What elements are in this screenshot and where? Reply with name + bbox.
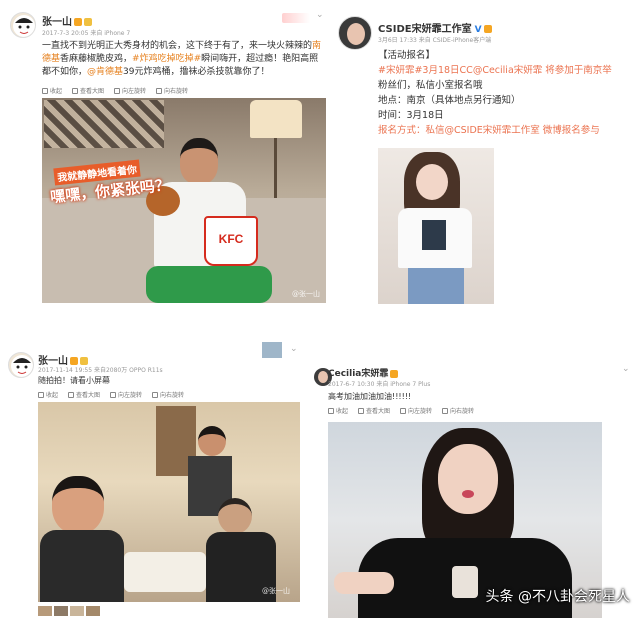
rotate-left-button[interactable]: 向左旋转 (110, 390, 142, 399)
text-line: 时间：3月18日 (378, 110, 444, 121)
image-toolbar: 收起 查看大图 向左旋转 向右旋转 (328, 406, 474, 415)
post-meta: 2017-11-14 19:55 来自2080万 OPPO R11s (38, 367, 163, 374)
text-line: #宋妍霏#3月18日CC@Cecilia宋妍霏 将参加于南京举 (378, 65, 612, 76)
rotate-left-button[interactable]: 向左旋转 (400, 406, 432, 415)
photo-watermark: @张一山 (262, 587, 290, 595)
thumbnail-strip[interactable] (38, 606, 128, 616)
table-dishes (124, 552, 206, 592)
collapse-icon (42, 87, 48, 94)
thumbnail-icon (262, 342, 282, 358)
photo-watermark: @张一山 (292, 290, 320, 298)
vip-badge-icon (390, 369, 399, 378)
collapse-button[interactable]: 收起 (328, 406, 348, 415)
wall-decoration (44, 100, 164, 148)
user-name[interactable]: CSIDE宋妍霏工作室 V (378, 20, 492, 35)
rotate-right-button[interactable]: 向右旋转 (152, 390, 184, 399)
shirt-print (422, 220, 446, 250)
post-photo[interactable]: @张一山 (38, 402, 300, 602)
avatar[interactable] (8, 352, 34, 378)
person-arm (334, 572, 394, 594)
collapse-button[interactable]: 收起 (38, 390, 58, 399)
post-text: 高考加油加油加油!!!!!! (328, 392, 412, 401)
thumbnail[interactable] (38, 606, 52, 616)
member-badge-icon (74, 18, 82, 26)
post-photo[interactable]: KFC 我就静静地看着你 嘿嘿，你紧张吗？ @张一山 (42, 98, 326, 303)
text-line: 粉丝们，私信小室报名哦 (378, 80, 483, 91)
thumbnail[interactable] (70, 606, 84, 616)
rotate-right-icon (152, 391, 159, 398)
zoom-icon (358, 407, 365, 414)
post-card-4: Cecilia宋妍霏 2017-6-7 10:30 来自 iPhone 7 Pl… (312, 346, 640, 618)
chevron-down-icon[interactable]: ⌄ (290, 344, 298, 354)
person-lips (462, 490, 474, 498)
vip-badge-icon (483, 25, 492, 33)
rotate-right-icon (442, 407, 449, 414)
member-badge-icon (70, 357, 78, 365)
person-left-body (40, 530, 124, 602)
verified-icon: V (474, 25, 482, 35)
avatar[interactable] (10, 12, 36, 38)
rotate-left-button[interactable]: 向左旋转 (114, 86, 146, 95)
person-left-head (52, 476, 104, 534)
post-text: 一直找不到光明正大秀身材的机会，这下终于有了，来一块火辣辣的南德基香麻藤椒脆皮鸡… (42, 41, 322, 77)
image-toolbar: 收起 查看大图 向左旋转 向右旋转 (38, 390, 184, 399)
avatar-image (318, 371, 328, 383)
person-pants (146, 266, 272, 303)
thumbnail[interactable] (54, 606, 68, 616)
rotate-left-icon (114, 87, 121, 94)
image-toolbar: 收起 查看大图 向左旋转 向右旋转 (42, 86, 188, 95)
avatar[interactable] (338, 16, 372, 50)
rotate-right-icon (156, 87, 163, 94)
collapse-button[interactable]: 收起 (42, 86, 62, 95)
avatar-face-icon (13, 15, 35, 37)
chevron-down-icon[interactable]: ⌄ (622, 364, 630, 374)
collapse-icon (328, 407, 334, 414)
person-face (438, 444, 498, 514)
vip-badge-icon (84, 18, 92, 26)
person-jeans (408, 268, 464, 304)
view-large-button[interactable]: 查看大图 (68, 390, 100, 399)
person-standing-head (198, 426, 226, 456)
lamp-shade (250, 100, 302, 138)
avatar-face-icon (11, 355, 33, 377)
zoom-icon (72, 87, 79, 94)
rotate-right-button[interactable]: 向右旋转 (442, 406, 474, 415)
brand-icon (282, 13, 310, 23)
chevron-down-icon[interactable]: ⌄ (316, 10, 324, 20)
user-name[interactable]: Cecilia宋妍霏 (328, 366, 399, 379)
footer-watermark: 头条 @不八卦会死星人 (485, 589, 630, 605)
rotate-left-icon (400, 407, 407, 414)
post-photo[interactable] (378, 148, 494, 304)
user-name[interactable]: 张一山 (42, 13, 92, 28)
kfc-bucket: KFC (204, 216, 258, 266)
person-head (180, 138, 218, 184)
kfc-logo: KFC (218, 232, 244, 246)
view-large-button[interactable]: 查看大图 (72, 86, 104, 95)
text-line: 【活动报名】 (378, 50, 436, 61)
post-meta: 2017-7-3 20:05 来自 iPhone 7 (42, 30, 131, 37)
thumbnail[interactable] (86, 606, 100, 616)
zoom-icon (68, 391, 75, 398)
person-face (416, 164, 448, 200)
post-card-2: CSIDE宋妍霏工作室 V 3月6日 17:33 来自 CSIDE-iPhone客… (334, 0, 640, 306)
text-line: 报名方式：私信@CSIDE宋妍霏工作室 微博报名参与 (378, 125, 600, 136)
view-large-button[interactable]: 查看大图 (358, 406, 390, 415)
post-card-1: 张一山 2017-7-3 20:05 来自 iPhone 7 ⌄ 一直找不到光明… (0, 0, 332, 306)
collapse-icon (38, 391, 44, 398)
text-line: 地点：南京（具体地点另行通知） (378, 95, 521, 106)
person-right-head (218, 498, 252, 534)
post-meta: 2017-6-7 10:30 来自 iPhone 7 Plus (328, 381, 431, 388)
shirt-print (452, 566, 478, 598)
post-text: 随拍拍！请看小屏幕 (38, 376, 110, 385)
vip-badge-icon (80, 357, 88, 365)
rotate-right-button[interactable]: 向右旋转 (156, 86, 188, 95)
rotate-left-icon (110, 391, 117, 398)
avatar-image (347, 23, 365, 45)
lamp-pole (274, 138, 277, 198)
post-text: 【活动报名】 #宋妍霏#3月18日CC@Cecilia宋妍霏 将参加于南京举 粉… (378, 48, 638, 138)
post-meta: 3月6日 17:33 来自 CSIDE-iPhone客户端 (378, 37, 492, 44)
post-card-3: 张一山 2017-11-14 19:55 来自2080万 OPPO R11s ⌄… (0, 326, 310, 618)
